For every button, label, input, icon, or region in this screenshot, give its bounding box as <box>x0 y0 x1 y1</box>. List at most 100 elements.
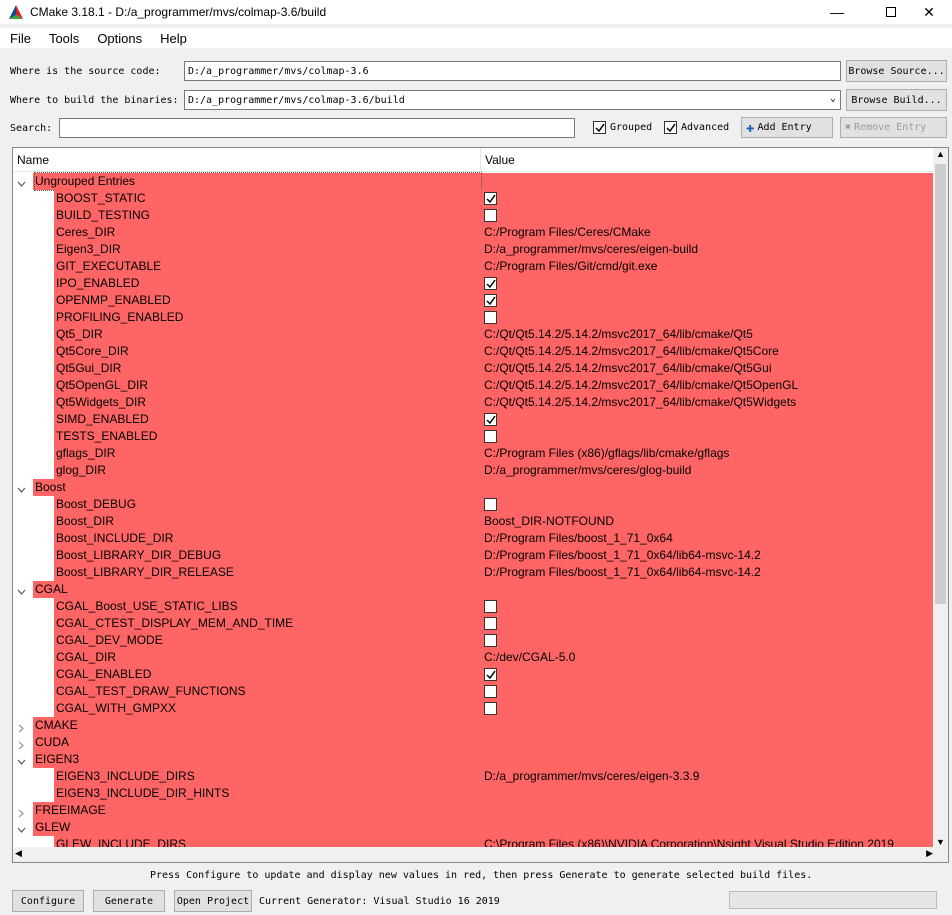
scroll-thumb[interactable] <box>935 164 946 604</box>
grouped-checkbox[interactable]: Grouped <box>593 121 652 134</box>
entry-row[interactable]: CGAL_DIR C:/dev/CGAL-5.0 <box>13 649 935 666</box>
group-row[interactable]: FREEIMAGE <box>13 802 935 819</box>
group-row[interactable]: CGAL <box>13 581 935 598</box>
entry-row[interactable]: Ceres_DIR C:/Program Files/Ceres/CMake <box>13 224 935 241</box>
unchecked-checkbox[interactable] <box>484 209 497 222</box>
entry-row[interactable]: BOOST_STATIC <box>13 190 935 207</box>
scroll-right-icon[interactable]: ▶ <box>926 848 933 859</box>
entry-value[interactable]: C:/Qt/Qt5.14.2/5.14.2/msvc2017_64/lib/cm… <box>484 394 796 411</box>
entry-row[interactable]: BUILD_TESTING <box>13 207 935 224</box>
entry-row[interactable]: Qt5Gui_DIR C:/Qt/Qt5.14.2/5.14.2/msvc2017… <box>13 360 935 377</box>
unchecked-checkbox[interactable] <box>484 685 497 698</box>
entry-row[interactable]: Eigen3_DIR D:/a_programmer/mvs/ceres/eige… <box>13 241 935 258</box>
entry-row[interactable]: CGAL_Boost_USE_STATIC_LIBS <box>13 598 935 615</box>
entry-row[interactable]: OPENMP_ENABLED <box>13 292 935 309</box>
group-row[interactable]: GLEW <box>13 819 935 836</box>
entry-row[interactable]: TESTS_ENABLED <box>13 428 935 445</box>
chevron-down-icon[interactable]: ⌄ <box>830 93 836 104</box>
entry-row[interactable]: Boost_LIBRARY_DIR_RELEASE D:/Program File… <box>13 564 935 581</box>
checked-checkbox[interactable] <box>484 277 497 290</box>
entry-row[interactable]: EIGEN3_INCLUDE_DIR_HINTS <box>13 785 935 802</box>
entry-row[interactable]: IPO_ENABLED <box>13 275 935 292</box>
unchecked-checkbox[interactable] <box>484 311 497 324</box>
unchecked-checkbox[interactable] <box>484 634 497 647</box>
entry-row[interactable]: PROFILING_ENABLED <box>13 309 935 326</box>
entry-row[interactable]: Qt5Core_DIR C:/Qt/Qt5.14.2/5.14.2/msvc201… <box>13 343 935 360</box>
entry-value[interactable]: D:/a_programmer/mvs/ceres/eigen-3.3.9 <box>484 768 699 785</box>
browse-source-button[interactable]: Browse Source... <box>846 60 947 82</box>
unchecked-checkbox[interactable] <box>484 430 497 443</box>
group-row[interactable]: CUDA <box>13 734 935 751</box>
chevron-down-icon[interactable] <box>17 483 26 493</box>
entry-value[interactable]: D:/a_programmer/mvs/ceres/eigen-build <box>484 241 698 258</box>
open-project-button[interactable]: Open Project <box>174 890 252 912</box>
advanced-checkbox[interactable]: Advanced <box>664 121 729 134</box>
unchecked-checkbox[interactable] <box>484 617 497 630</box>
entry-row[interactable]: CGAL_DEV_MODE <box>13 632 935 649</box>
scroll-up-icon[interactable]: ▲ <box>936 149 945 159</box>
checked-checkbox[interactable] <box>484 413 497 426</box>
chevron-right-icon[interactable] <box>17 721 26 733</box>
entry-value[interactable]: D:/Program Files/boost_1_71_0x64/lib64-m… <box>484 547 761 564</box>
group-row[interactable]: Boost <box>13 479 935 496</box>
column-value-header[interactable]: Value <box>485 153 515 167</box>
entry-row[interactable]: CGAL_WITH_GMPXX <box>13 700 935 717</box>
chevron-down-icon[interactable] <box>17 823 26 833</box>
entry-row[interactable]: Boost_INCLUDE_DIR D:/Program Files/boost_… <box>13 530 935 547</box>
entry-value[interactable]: D:/Program Files/boost_1_71_0x64/lib64-m… <box>484 564 761 581</box>
scroll-left-icon[interactable]: ◀ <box>15 848 22 859</box>
add-entry-button[interactable]: ✚ Add Entry <box>741 117 833 138</box>
entry-row[interactable]: Boost_LIBRARY_DIR_DEBUG D:/Program Files/… <box>13 547 935 564</box>
entry-value[interactable]: C:/Program Files/Ceres/CMake <box>484 224 651 241</box>
checked-checkbox[interactable] <box>484 192 497 205</box>
entry-row[interactable]: Boost_DIR Boost_DIR-NOTFOUND <box>13 513 935 530</box>
entry-row[interactable]: EIGEN3_INCLUDE_DIRS D:/a_programmer/mvs/c… <box>13 768 935 785</box>
group-row[interactable]: Ungrouped Entries <box>13 172 935 191</box>
entry-row[interactable]: Boost_DEBUG <box>13 496 935 513</box>
entry-value[interactable]: C:/Qt/Qt5.14.2/5.14.2/msvc2017_64/lib/cm… <box>484 377 798 394</box>
source-field[interactable]: D:/a_programmer/mvs/colmap-3.6 <box>184 61 841 81</box>
entry-row[interactable]: CGAL_TEST_DRAW_FUNCTIONS <box>13 683 935 700</box>
entry-row[interactable]: Qt5Widgets_DIR C:/Qt/Qt5.14.2/5.14.2/msvc… <box>13 394 935 411</box>
menu-options[interactable]: Options <box>97 31 142 46</box>
browse-build-button[interactable]: Browse Build... <box>846 89 947 111</box>
chevron-down-icon[interactable] <box>17 755 26 765</box>
menu-help[interactable]: Help <box>160 31 187 46</box>
chevron-right-icon[interactable] <box>17 738 26 750</box>
entry-row[interactable]: glog_DIR D:/a_programmer/mvs/ceres/glog-b… <box>13 462 935 479</box>
unchecked-checkbox[interactable] <box>484 600 497 613</box>
unchecked-checkbox[interactable] <box>484 702 497 715</box>
horizontal-scrollbar[interactable]: ◀ ▶ <box>13 847 935 862</box>
column-name-header[interactable]: Name <box>17 153 49 167</box>
checked-checkbox[interactable] <box>484 294 497 307</box>
checked-checkbox[interactable] <box>484 668 497 681</box>
build-field[interactable]: D:/a_programmer/mvs/colmap-3.6/build ⌄ <box>184 90 841 110</box>
close-button[interactable]: ✕ <box>906 0 952 24</box>
group-row[interactable]: EIGEN3 <box>13 751 935 768</box>
entry-row[interactable]: Qt5OpenGL_DIR C:/Qt/Qt5.14.2/5.14.2/msvc2… <box>13 377 935 394</box>
entry-value[interactable]: C:/Qt/Qt5.14.2/5.14.2/msvc2017_64/lib/cm… <box>484 343 779 360</box>
minimize-button[interactable]: — <box>814 0 860 24</box>
entry-value[interactable]: C:/dev/CGAL-5.0 <box>484 649 575 666</box>
entry-value[interactable]: D:/Program Files/boost_1_71_0x64 <box>484 530 673 547</box>
chevron-down-icon[interactable] <box>17 585 26 595</box>
unchecked-checkbox[interactable] <box>484 498 497 511</box>
entry-row[interactable]: gflags_DIR C:/Program Files (x86)/gflags/… <box>13 445 935 462</box>
group-row[interactable]: CMAKE <box>13 717 935 734</box>
entry-row[interactable]: SIMD_ENABLED <box>13 411 935 428</box>
chevron-down-icon[interactable] <box>17 177 26 187</box>
entry-row[interactable]: CGAL_ENABLED <box>13 666 935 683</box>
entry-value[interactable]: C:/Qt/Qt5.14.2/5.14.2/msvc2017_64/lib/cm… <box>484 360 771 377</box>
generate-button[interactable]: Generate <box>93 890 165 912</box>
vertical-scrollbar[interactable]: ▲ ▼ <box>933 148 948 848</box>
entry-value[interactable]: D:/a_programmer/mvs/ceres/glog-build <box>484 462 691 479</box>
entry-row[interactable]: GIT_EXECUTABLE C:/Program Files/Git/cmd/g… <box>13 258 935 275</box>
configure-button[interactable]: Configure <box>12 890 84 912</box>
menu-file[interactable]: File <box>10 31 31 46</box>
entry-value[interactable]: Boost_DIR-NOTFOUND <box>484 513 614 530</box>
chevron-right-icon[interactable] <box>17 806 26 818</box>
entry-value[interactable]: C:/Program Files (x86)/gflags/lib/cmake/… <box>484 445 729 462</box>
scroll-down-icon[interactable]: ▼ <box>936 837 945 847</box>
cache-tree[interactable]: Name Value Ungrouped Entries BOOST_STATIC… <box>12 147 949 863</box>
entry-value[interactable]: C:/Program Files/Git/cmd/git.exe <box>484 258 657 275</box>
